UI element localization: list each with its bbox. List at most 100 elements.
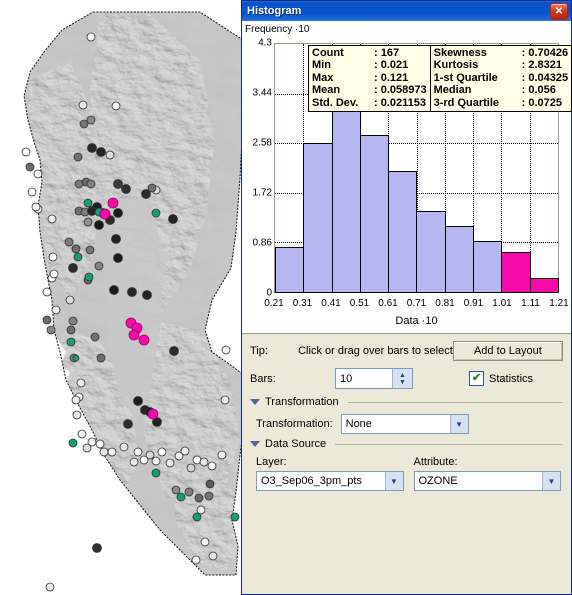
histogram-bar[interactable] — [303, 143, 333, 292]
statistic-value: : 0.056 — [521, 84, 556, 97]
x-tick-label: 1.11 — [521, 298, 540, 309]
y-axis-ticks: 0 0.86 1.72 2.58 3.44 4.3 — [242, 38, 272, 299]
transformation-group-body: Transformation: None ▼ — [250, 408, 563, 434]
statistic-value: : 0.021 — [374, 59, 409, 72]
statistic-value: : 0.058973 — [374, 84, 427, 97]
bars-spinner-arrows[interactable]: ▲ ▼ — [392, 369, 412, 388]
data-source-group: Data Source Layer: O3_Sep06_3pm_pts ▼ At… — [250, 438, 563, 491]
statistic-row: Kurtosis : 2.8321 — [434, 59, 568, 71]
statistic-value: : 2.8321 — [521, 59, 562, 72]
bars-stepper[interactable]: ▲ ▼ — [335, 368, 413, 389]
statistic-row: Skewness : 0.70426 — [434, 47, 568, 59]
statistic-row: Std. Dev.: 0.021153 — [312, 97, 427, 109]
y-tick-label: 0 — [266, 287, 272, 299]
attribute-value: OZONE — [418, 475, 458, 487]
close-icon[interactable]: ✕ — [550, 3, 568, 20]
chevron-down-icon[interactable]: ▼ — [542, 472, 560, 490]
window-titlebar[interactable]: Histogram ✕ — [242, 1, 571, 21]
transformation-value: None — [345, 418, 372, 430]
collapse-triangle-icon[interactable] — [250, 441, 260, 447]
statistics-checkbox[interactable]: ✔ — [469, 371, 484, 386]
statistic-row: Mean : 0.058973 — [312, 84, 427, 96]
histogram-window: Histogram ✕ Frequency ·10 0 0.86 1.72 2.58 3… — [241, 0, 572, 595]
tip-label: Tip: — [250, 345, 268, 357]
statistic-value: : 0.04325 — [521, 71, 569, 84]
statistics-box: Count: 167 Min: 0.021 Max: 0.121 Mean: 0.05… — [308, 45, 572, 113]
x-tick-label: 0.81 — [435, 298, 455, 309]
bars-input[interactable] — [336, 369, 392, 388]
statistics-left-column: Count: 167 Min: 0.021 Max: 0.121 Mean: 0.05… — [309, 46, 431, 112]
histogram-chart-area[interactable]: Frequency ·10 0 0.86 1.72 2.58 3.44 4.3 0.21 0… — [242, 21, 572, 334]
statistic-key: 1-st Quartile — [433, 71, 498, 84]
x-axis-label: Data ·10 — [395, 315, 438, 327]
statistic-row: 1-st Quartile : 0.04325 — [434, 72, 568, 84]
close-glyph: ✕ — [554, 5, 564, 17]
chevron-down-icon: ▼ — [399, 378, 406, 386]
transformation-group-header[interactable]: Transformation — [250, 396, 563, 408]
y-tick-label: 0.86 — [252, 237, 272, 249]
x-tick-label: 0.51 — [349, 298, 370, 309]
map-panel[interactable] — [0, 0, 245, 595]
transformation-group: Transformation Transformation: None ▼ — [250, 396, 563, 434]
x-tick-label: 1.21 — [549, 298, 569, 309]
x-tick-label: 0.61 — [378, 298, 398, 309]
statistic-row: 3-rd Quartile : 0.0725 — [434, 97, 568, 109]
attribute-label: Attribute: — [413, 456, 458, 468]
statistics-checkbox-wrap[interactable]: ✔ Statistics — [469, 371, 533, 386]
y-tick-label: 2.58 — [252, 137, 272, 149]
histogram-bar[interactable] — [359, 135, 390, 292]
y-axis-label: Frequency ·10 — [245, 24, 310, 35]
collapse-triangle-icon[interactable] — [250, 399, 260, 405]
statistic-value: : 167 — [374, 47, 400, 59]
chevron-down-icon[interactable]: ▼ — [384, 472, 403, 490]
statistic-key: Kurtosis — [433, 59, 479, 72]
statistic-row: Min: 0.021 — [312, 59, 427, 71]
x-tick-label: 0.31 — [292, 298, 313, 309]
layer-value: O3_Sep06_3pm_pts — [261, 475, 362, 487]
x-axis-ticks: 0.21 0.31 0.41 0.51 0.61 0.71 0.81 0.91 1.01 1.11… — [264, 295, 568, 309]
tip-row: Tip: Click or drag over bars to select A… — [250, 341, 563, 361]
y-tick-label: 3.44 — [252, 87, 272, 99]
x-tick-label: 0.91 — [463, 298, 484, 309]
statistics-checkbox-label: Statistics — [489, 372, 534, 385]
transformation-group-label: Transformation — [265, 396, 339, 408]
data-source-group-label: Data Source — [265, 438, 327, 450]
statistic-row: Median: 0.056 — [434, 84, 568, 96]
transformation-select[interactable]: None ▼ — [340, 414, 469, 434]
layer-label: Layer: — [256, 456, 287, 468]
add-to-layout-button[interactable]: Add to Layout — [452, 341, 563, 361]
california-relief-map[interactable] — [0, 0, 245, 595]
statistic-row: Count : 167 — [312, 47, 427, 59]
histogram-bar[interactable] — [444, 225, 475, 292]
statistic-key: Count — [312, 47, 344, 59]
layer-select[interactable]: O3_Sep06_3pm_pts ▼ — [256, 471, 404, 491]
window-title: Histogram — [247, 5, 302, 17]
statistic-key: Max — [312, 71, 334, 84]
x-tick-label: 0.21 — [264, 298, 284, 309]
histogram-bar[interactable] — [388, 171, 418, 292]
histogram-bar[interactable] — [501, 252, 531, 292]
check-icon: ✔ — [471, 372, 482, 384]
histogram-bar[interactable] — [529, 277, 559, 292]
histogram-bar[interactable] — [275, 247, 305, 292]
statistic-key: 3-rd Quartile — [433, 96, 500, 109]
bars-row: Bars: ▲ ▼ ✔ Statistics — [250, 368, 563, 389]
chevron-down-icon[interactable]: ▼ — [449, 415, 468, 433]
statistic-key: Mean — [312, 84, 341, 97]
statistic-key: Skewness — [433, 47, 487, 59]
data-source-group-header[interactable]: Data Source — [250, 438, 563, 450]
y-tick-label: 4.3 — [258, 37, 272, 49]
statistic-value: : 0.021153 — [374, 96, 426, 109]
attribute-select[interactable]: OZONE ▼ — [413, 471, 561, 491]
transformation-field-label: Transformation: — [256, 418, 333, 430]
transformation-row: Transformation: None ▼ — [256, 414, 561, 434]
group-divider — [335, 443, 563, 445]
controls-panel: Tip: Click or drag over bars to select A… — [242, 334, 571, 594]
histogram-bar[interactable] — [473, 240, 503, 292]
data-source-group-body: Layer: O3_Sep06_3pm_pts ▼ Attribute: OZO… — [250, 450, 563, 491]
histogram-bar[interactable] — [416, 210, 446, 292]
statistic-value: : 0.70426 — [521, 47, 569, 59]
attribute-field: Attribute: OZONE ▼ — [413, 456, 561, 491]
statistic-value: : 0.0725 — [521, 96, 562, 109]
y-tick-label: 1.72 — [252, 187, 272, 199]
